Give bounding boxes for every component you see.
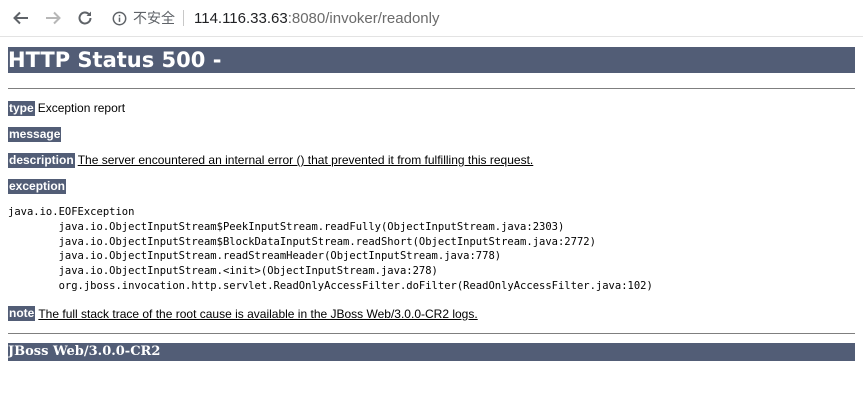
reload-icon — [78, 11, 92, 25]
trace-line: java.io.ObjectInputStream$BlockDataInput… — [8, 235, 596, 248]
description-row: description The server encountered an in… — [8, 152, 855, 168]
url-path: :8080/invoker/readonly — [287, 9, 440, 27]
error-page: HTTP Status 500 - type Exception report … — [0, 47, 855, 361]
trace-line: org.jboss.invocation.http.servlet.ReadOn… — [8, 279, 653, 292]
address-divider — [183, 10, 184, 26]
url-text[interactable]: 114.116.33.63:8080/invoker/readonly — [194, 10, 439, 27]
forward-button[interactable] — [40, 5, 66, 31]
trace-line: java.io.EOFException — [8, 206, 135, 218]
trace-line: java.io.ObjectInputStream.readStreamHead… — [8, 250, 502, 263]
server-footer: JBoss Web/3.0.0-CR2 — [8, 342, 855, 361]
reload-button[interactable] — [72, 5, 98, 31]
note-label: note — [8, 306, 36, 322]
note-value: The full stack trace of the root cause i… — [38, 306, 478, 321]
stack-trace: java.io.EOFException java.io.ObjectInput… — [8, 205, 855, 294]
description-label: description — [8, 152, 75, 168]
back-button[interactable] — [8, 5, 34, 31]
page-title: HTTP Status 500 - — [8, 47, 855, 73]
exception-label: exception — [8, 178, 67, 194]
trace-line: java.io.ObjectInputStream.<init>(ObjectI… — [8, 265, 438, 278]
type-row: type Exception report — [8, 100, 855, 116]
message-label: message — [8, 126, 62, 142]
divider-top — [8, 88, 855, 89]
browser-toolbar: 不安全 114.116.33.63:8080/invoker/readonly — [0, 0, 863, 37]
message-row: message — [8, 126, 855, 142]
divider-bottom — [8, 332, 855, 334]
arrow-left-icon — [13, 11, 28, 25]
trace-line: java.io.ObjectInputStream$PeekInputStrea… — [8, 220, 565, 233]
type-label: type — [8, 100, 35, 116]
insecure-label: 不安全 — [133, 10, 175, 26]
url-host: 114.116.33.63 — [194, 9, 288, 27]
site-info-button[interactable]: 不安全 — [112, 8, 175, 28]
description-value: The server encountered an internal error… — [77, 153, 534, 167]
arrow-right-icon — [46, 11, 61, 25]
info-icon — [112, 11, 127, 25]
type-value: Exception report — [37, 101, 126, 115]
note-row: note The full stack trace of the root ca… — [8, 306, 855, 322]
exception-row: exception — [8, 178, 855, 194]
address-bar[interactable]: 不安全 114.116.33.63:8080/invoker/readonly — [112, 5, 439, 31]
